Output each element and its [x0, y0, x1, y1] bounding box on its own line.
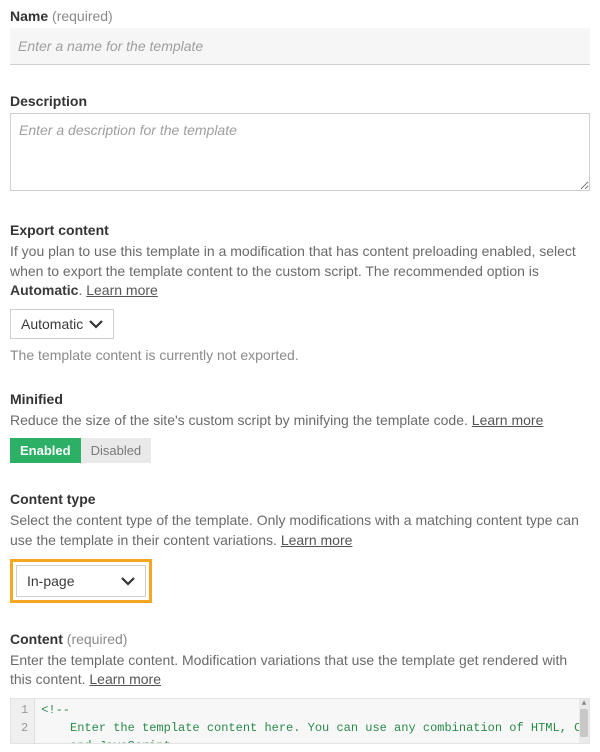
- name-label: Name (required): [10, 8, 590, 24]
- minified-enabled-button[interactable]: Enabled: [10, 438, 81, 463]
- minified-learn-more-link[interactable]: Learn more: [472, 412, 544, 428]
- content-type-help: Select the content type of the template.…: [10, 511, 590, 550]
- export-content-help: If you plan to use this template in a mo…: [10, 242, 590, 301]
- export-content-section: Export content If you plan to use this t…: [10, 222, 590, 363]
- content-type-section: Content type Select the content type of …: [10, 491, 590, 602]
- editor-gutter: 1 2: [11, 699, 35, 743]
- minified-disabled-button[interactable]: Disabled: [81, 438, 152, 463]
- content-type-select[interactable]: In-page: [16, 565, 146, 597]
- export-content-help-pre: If you plan to use this template in a mo…: [10, 243, 576, 279]
- export-content-help-bold: Automatic: [10, 282, 78, 298]
- content-type-label: Content type: [10, 491, 590, 507]
- export-content-learn-more-link[interactable]: Learn more: [86, 282, 158, 298]
- content-required-hint: (required): [67, 631, 128, 647]
- content-learn-more-link[interactable]: Learn more: [89, 671, 161, 687]
- content-label: Content (required): [10, 631, 590, 647]
- chevron-down-icon: [121, 573, 135, 589]
- code-line: <!--: [41, 703, 70, 717]
- code-line: Enter the template content here. You can…: [41, 721, 589, 743]
- minified-help: Reduce the size of the site's custom scr…: [10, 411, 590, 431]
- content-type-selected-value: In-page: [27, 573, 74, 589]
- name-label-text: Name: [10, 8, 48, 24]
- name-input[interactable]: [10, 28, 590, 65]
- export-content-select[interactable]: Automatic: [10, 309, 114, 339]
- content-type-learn-more-link[interactable]: Learn more: [281, 532, 353, 548]
- description-label: Description: [10, 93, 590, 109]
- chevron-down-icon: [89, 316, 103, 332]
- minified-help-text: Reduce the size of the site's custom scr…: [10, 412, 472, 428]
- description-section: Description: [10, 93, 590, 194]
- line-number: 1: [21, 701, 28, 719]
- scroll-up-icon[interactable]: ▲: [579, 699, 589, 709]
- name-required-hint: (required): [52, 8, 113, 24]
- content-section: Content (required) Enter the template co…: [10, 631, 590, 744]
- content-type-highlight: In-page: [10, 559, 152, 603]
- scrollbar-thumb[interactable]: [580, 709, 588, 737]
- editor-code[interactable]: <!-- Enter the template content here. Yo…: [35, 699, 589, 743]
- export-content-status: The template content is currently not ex…: [10, 347, 590, 363]
- content-help: Enter the template content. Modification…: [10, 651, 590, 690]
- minified-section: Minified Reduce the size of the site's c…: [10, 391, 590, 464]
- export-content-selected-value: Automatic: [21, 316, 83, 332]
- export-content-label: Export content: [10, 222, 590, 238]
- line-number: 2: [21, 719, 28, 737]
- name-section: Name (required): [10, 8, 590, 65]
- minified-label: Minified: [10, 391, 590, 407]
- content-label-text: Content: [10, 631, 63, 647]
- description-input[interactable]: [10, 113, 590, 191]
- minified-toggle-group: Enabled Disabled: [10, 438, 151, 463]
- editor-scrollbar[interactable]: ▲: [579, 699, 589, 743]
- content-code-editor[interactable]: 1 2 <!-- Enter the template content here…: [10, 698, 590, 744]
